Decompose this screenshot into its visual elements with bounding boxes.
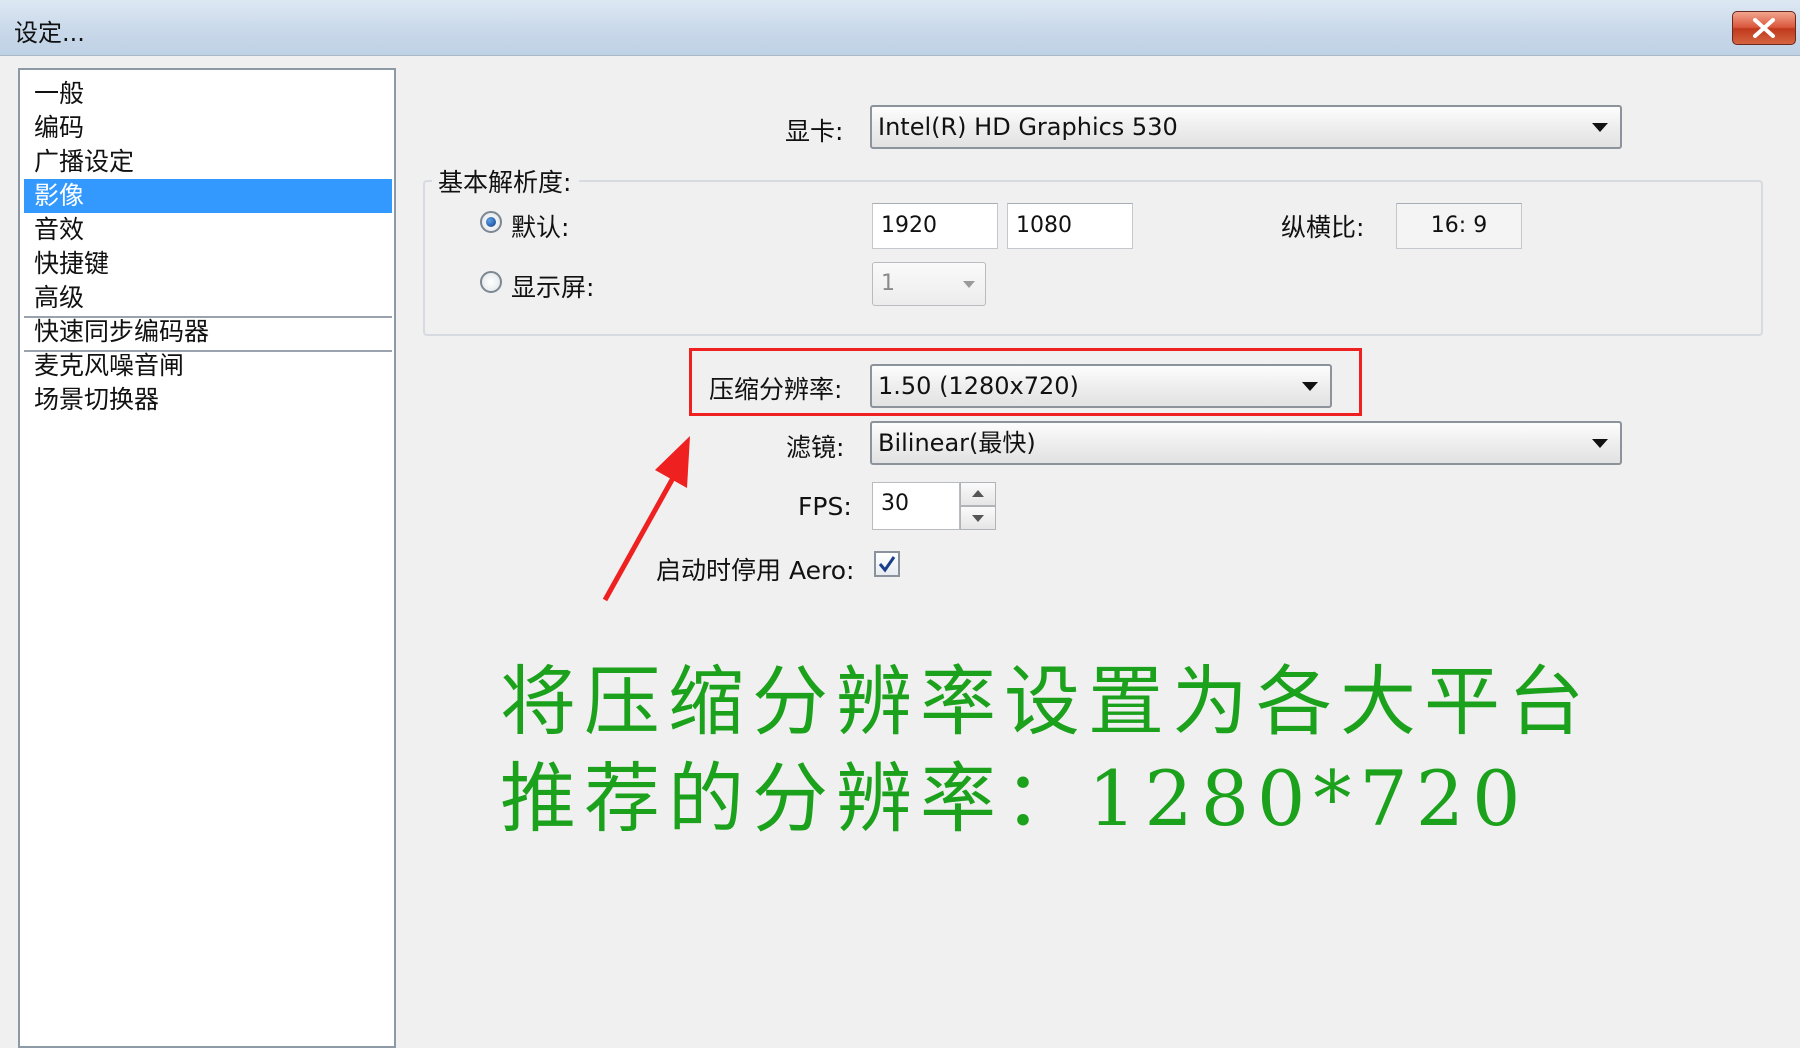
- sidebar-item-advanced[interactable]: 高级: [24, 281, 392, 315]
- fps-input[interactable]: 30: [872, 482, 960, 530]
- base-resolution-label: 基本解析度:: [432, 163, 580, 199]
- monitor-dropdown[interactable]: 1: [872, 262, 986, 306]
- base-width-input[interactable]: 1920: [872, 203, 998, 249]
- default-resolution-label: 默认:: [511, 213, 570, 242]
- disable-aero-checkbox[interactable]: [874, 551, 900, 577]
- chevron-down-icon: [1592, 123, 1608, 132]
- arrow-up-icon: [972, 490, 984, 497]
- sidebar-item-broadcast[interactable]: 广播设定: [24, 145, 392, 179]
- annotation-line-1: 将压缩分辨率设置为各大平台: [500, 657, 1592, 746]
- window-title: 设定...: [14, 19, 85, 47]
- radio-selected-dot: [486, 217, 496, 227]
- close-icon: [1753, 18, 1775, 38]
- arrow-down-icon: [972, 515, 984, 522]
- sidebar-item-encoding[interactable]: 编码: [24, 111, 392, 145]
- chevron-down-icon: [963, 281, 975, 288]
- fps-increment-button[interactable]: [960, 482, 996, 506]
- gpu-dropdown[interactable]: Intel(R) HD Graphics 530: [870, 105, 1622, 149]
- monitor-value: 1: [881, 271, 895, 296]
- sidebar-item-scene-switcher[interactable]: 场景切换器: [24, 383, 392, 417]
- filter-label: 滤镜:: [786, 433, 845, 462]
- fps-decrement-button[interactable]: [960, 506, 996, 530]
- settings-category-list[interactable]: 一般 编码 广播设定 影像 音效 快捷键 高级 快速同步编码器 麦克风噪音闸 场…: [18, 68, 396, 1048]
- filter-value: Bilinear(最快): [878, 429, 1036, 457]
- gpu-label: 显卡:: [785, 117, 844, 146]
- fps-label: FPS:: [798, 492, 852, 521]
- checkmark-icon: [878, 556, 896, 573]
- sidebar-item-hotkeys[interactable]: 快捷键: [24, 247, 392, 281]
- default-resolution-radio[interactable]: [480, 211, 502, 233]
- sidebar-item-audio[interactable]: 音效: [24, 213, 392, 247]
- sidebar-item-general[interactable]: 一般: [24, 77, 392, 111]
- monitor-resolution-label: 显示屏:: [511, 273, 595, 302]
- close-button[interactable]: [1732, 11, 1796, 45]
- title-bar: 设定...: [0, 0, 1800, 56]
- highlight-box: [689, 348, 1362, 416]
- sidebar-item-quicksync[interactable]: 快速同步编码器: [24, 315, 392, 349]
- aspect-ratio-value: 16: 9: [1396, 203, 1522, 249]
- annotation-arrow-icon: [602, 436, 690, 602]
- filter-dropdown[interactable]: Bilinear(最快): [870, 421, 1622, 465]
- chevron-down-icon: [1592, 439, 1608, 448]
- sidebar-item-video[interactable]: 影像: [24, 179, 392, 213]
- base-height-input[interactable]: 1080: [1007, 203, 1133, 249]
- annotation-line-2: 推荐的分辨率：1280*720: [500, 754, 1529, 843]
- sidebar-item-noise-gate[interactable]: 麦克风噪音闸: [24, 349, 392, 383]
- monitor-resolution-radio[interactable]: [480, 271, 502, 293]
- gpu-value: Intel(R) HD Graphics 530: [878, 113, 1178, 141]
- aspect-ratio-label: 纵横比:: [1281, 213, 1365, 242]
